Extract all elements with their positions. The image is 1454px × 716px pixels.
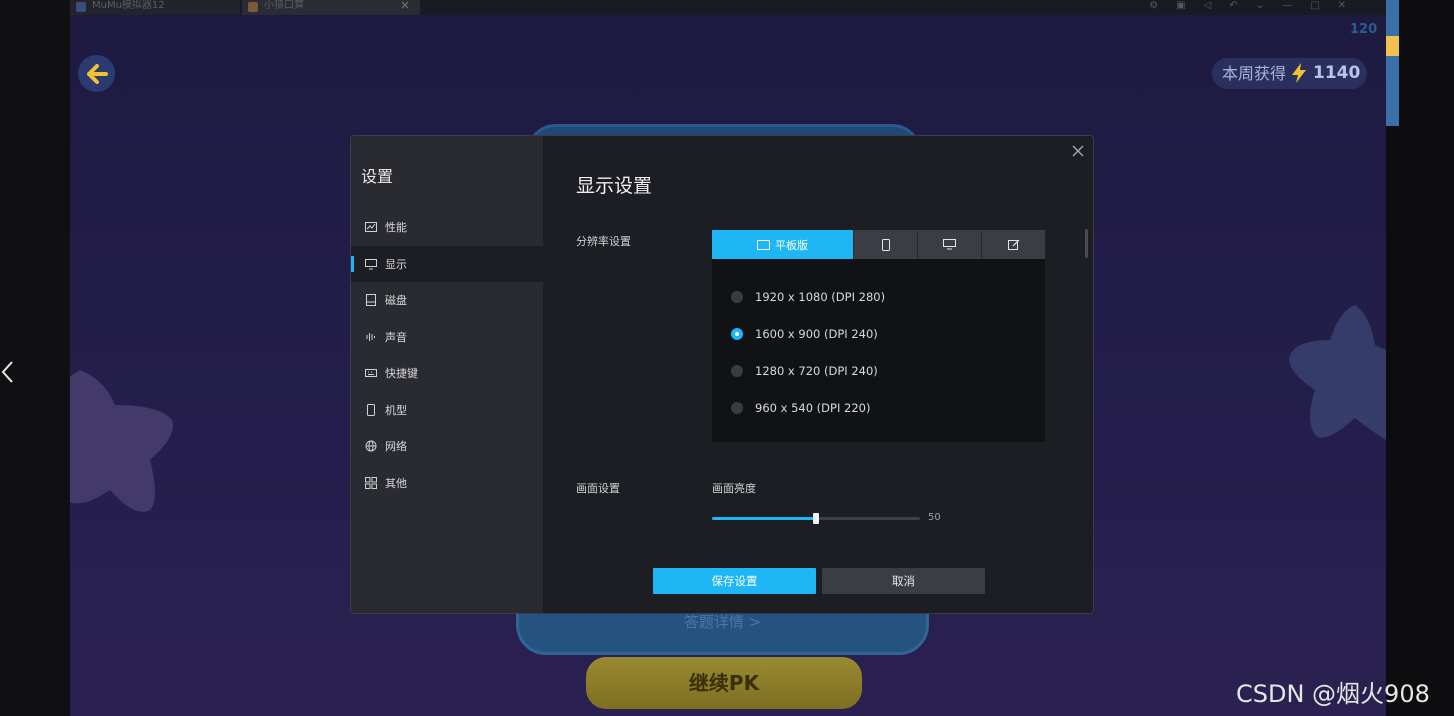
week-earned-label: 本周获得 [1222, 64, 1287, 83]
save-button[interactable]: 保存设置 [653, 568, 816, 594]
back-arrow-icon [86, 63, 108, 84]
sidebar-item-disk[interactable]: 磁盘 [351, 282, 543, 318]
other-icon [365, 477, 377, 489]
sidebar-item-label: 其他 [385, 477, 407, 490]
continue-pk-button[interactable]: 继续PK [586, 657, 862, 709]
network-icon [365, 440, 377, 452]
performance-icon [365, 222, 377, 232]
maximize-icon[interactable]: □ [1310, 0, 1319, 15]
volume-icon[interactable]: ◁ [1204, 0, 1212, 15]
fps-counter: 120 [1350, 22, 1378, 37]
undo-icon[interactable]: ↶ [1229, 0, 1237, 15]
sidebar-item-label: 性能 [385, 221, 407, 234]
phone-icon [881, 238, 890, 251]
sidebar-item-other[interactable]: 其他 [351, 465, 543, 501]
resolution-options: 1920 x 1080 (DPI 280) 1600 x 900 (DPI 24… [712, 259, 1045, 442]
radio-icon [731, 291, 743, 303]
brightness-slider-fill [712, 517, 816, 520]
sidebar-item-label: 快捷键 [385, 367, 418, 380]
sidebar-item-label: 声音 [385, 331, 407, 344]
tab-computer[interactable] [917, 230, 981, 259]
brightness-slider-thumb[interactable] [813, 513, 819, 524]
tab-mumu[interactable]: MuMu模拟器12 [70, 0, 240, 15]
phone-model-icon [367, 404, 375, 416]
resolution-option-960[interactable]: 960 x 540 (DPI 220) [731, 400, 991, 416]
radio-selected-icon [731, 328, 743, 340]
sidebar-item-display[interactable]: 显示 [351, 246, 543, 282]
resolution-option-1280[interactable]: 1280 x 720 (DPI 240) [731, 363, 991, 379]
previous-arrow-icon[interactable] [0, 358, 16, 386]
emulator-tab-bar: MuMu模拟器12 小猿口算 × ⚙ ▣ ◁ ↶ ⌄ — □ ✕ [70, 0, 1386, 15]
radio-icon [731, 365, 743, 377]
resolution-option-1920[interactable]: 1920 x 1080 (DPI 280) [731, 289, 991, 305]
minimize-icon[interactable]: — [1282, 0, 1292, 15]
edit-icon [1007, 239, 1019, 250]
week-earned-value: 1140 [1313, 63, 1361, 83]
resolution-option-label: 1600 x 900 (DPI 240) [755, 327, 878, 341]
week-earned-badge: 本周获得 1140 [1212, 58, 1367, 89]
tab-game[interactable]: 小猿口算 × [242, 0, 420, 15]
sidebar-item-label: 磁盘 [385, 294, 407, 307]
resolution-option-label: 960 x 540 (DPI 220) [755, 401, 871, 415]
tab-mumu-label: MuMu模拟器12 [92, 0, 165, 11]
settings-sidebar: 设置 性能 显示 磁盘 声音 快捷键 机型 网络 其他 [351, 136, 543, 613]
resolution-option-label: 1280 x 720 (DPI 240) [755, 364, 878, 378]
tab-custom[interactable] [981, 230, 1045, 259]
screen-settings-label: 画面设置 [576, 482, 620, 495]
resolution-option-1600[interactable]: 1600 x 900 (DPI 240) [731, 326, 991, 342]
brightness-slider[interactable] [712, 513, 920, 524]
tablet-icon [757, 239, 770, 250]
side-panel-highlight [1386, 36, 1399, 56]
tab-close-icon[interactable]: × [400, 0, 410, 11]
page-title: 显示设置 [576, 175, 653, 197]
sidebar-item-performance[interactable]: 性能 [351, 209, 543, 245]
brightness-value: 50 [928, 512, 941, 523]
disk-icon [366, 294, 376, 306]
gamepad-icon[interactable]: ⚙ [1149, 0, 1158, 15]
mumu-app-icon [76, 2, 86, 12]
game-app-icon [248, 2, 258, 12]
tab-phone[interactable] [853, 230, 917, 259]
scrollbar[interactable] [1085, 229, 1088, 258]
window-close-icon[interactable]: ✕ [1338, 0, 1346, 15]
sidebar-item-network[interactable]: 网络 [351, 428, 543, 464]
window-controls: ⚙ ▣ ◁ ↶ ⌄ — □ ✕ [1149, 0, 1346, 15]
sidebar-item-shortcuts[interactable]: 快捷键 [351, 355, 543, 391]
cancel-button[interactable]: 取消 [822, 568, 985, 594]
display-icon [365, 259, 377, 270]
decor-star-left [70, 370, 173, 512]
resolution-option-label: 1920 x 1080 (DPI 280) [755, 290, 886, 304]
lightning-icon [1292, 63, 1306, 83]
settings-dialog: 设置 性能 显示 磁盘 声音 快捷键 机型 网络 其他 显示设置 分辨率设置 平… [350, 135, 1094, 614]
dialog-close-icon[interactable] [1071, 144, 1085, 158]
brightness-label: 画面亮度 [712, 482, 756, 495]
monitor-icon [943, 239, 956, 250]
watermark: CSDN @烟火908 [1236, 680, 1430, 708]
keyboard-icon [365, 369, 377, 377]
sidebar-item-label: 机型 [385, 404, 407, 417]
sidebar-item-label: 显示 [385, 258, 407, 271]
chevron-down-icon[interactable]: ⌄ [1256, 0, 1264, 15]
settings-title: 设置 [361, 167, 394, 186]
tab-tablet[interactable]: 平板版 [712, 230, 853, 259]
screenshot-icon[interactable]: ▣ [1176, 0, 1185, 15]
sidebar-item-sound[interactable]: 声音 [351, 319, 543, 355]
back-button[interactable] [78, 55, 115, 92]
screen: MuMu模拟器12 小猿口算 × ⚙ ▣ ◁ ↶ ⌄ — □ ✕ 120 本周获… [0, 0, 1454, 716]
left-strip [0, 0, 70, 716]
sound-icon [366, 333, 375, 341]
side-panel-preview [1386, 0, 1399, 126]
sidebar-item-model[interactable]: 机型 [351, 392, 543, 428]
radio-icon [731, 402, 743, 414]
sidebar-item-label: 网络 [385, 440, 407, 453]
decor-star-right [1289, 305, 1386, 440]
answer-detail-link[interactable]: 答题详情 > [519, 611, 926, 632]
resolution-mode-tabs: 平板版 [712, 230, 1045, 259]
tab-game-label: 小猿口算 [264, 0, 304, 11]
resolution-label: 分辨率设置 [576, 235, 631, 248]
tab-tablet-label: 平板版 [775, 238, 808, 252]
